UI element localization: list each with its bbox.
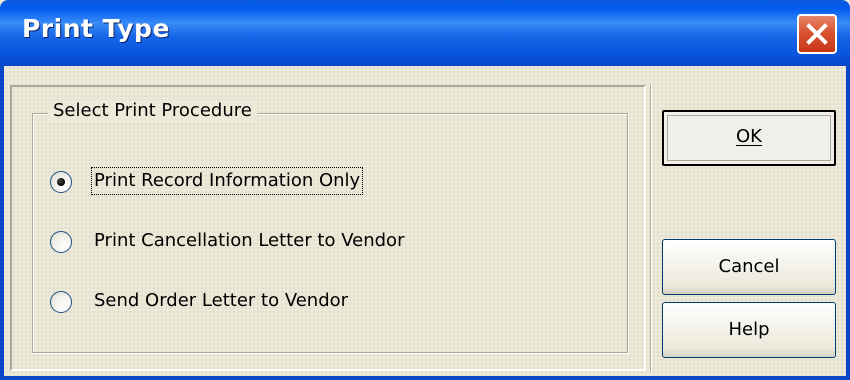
close-button[interactable] [797,14,837,54]
print-type-dialog: Print Type Select Print Procedure Print … [0,0,850,380]
dialog-client-area: Select Print Procedure Print Record Info… [4,66,846,376]
help-button[interactable]: Help [662,302,836,358]
cancel-button-label: Cancel [718,256,780,277]
window-frame-right [846,66,850,380]
radio-button[interactable] [50,231,72,253]
group-label: Select Print Procedure [48,100,257,121]
radio-dot [57,178,65,186]
radio-button-selected[interactable] [50,171,72,193]
window-title: Print Type [22,14,170,43]
panel-separator [650,85,652,371]
ok-button-label: OK [736,126,762,147]
title-bar[interactable]: Print Type [0,0,850,66]
window-frame-bottom [0,376,850,380]
radio-button[interactable] [50,291,72,313]
radio-label: Print Cancellation Letter to Vendor [94,230,405,251]
radio-label: Send Order Letter to Vendor [94,290,349,311]
radio-label: Print Record Information Only [90,167,364,195]
cancel-button[interactable]: Cancel [662,239,836,295]
help-button-label: Help [728,319,770,340]
ok-button[interactable]: OK [662,110,836,166]
close-icon [806,23,828,45]
